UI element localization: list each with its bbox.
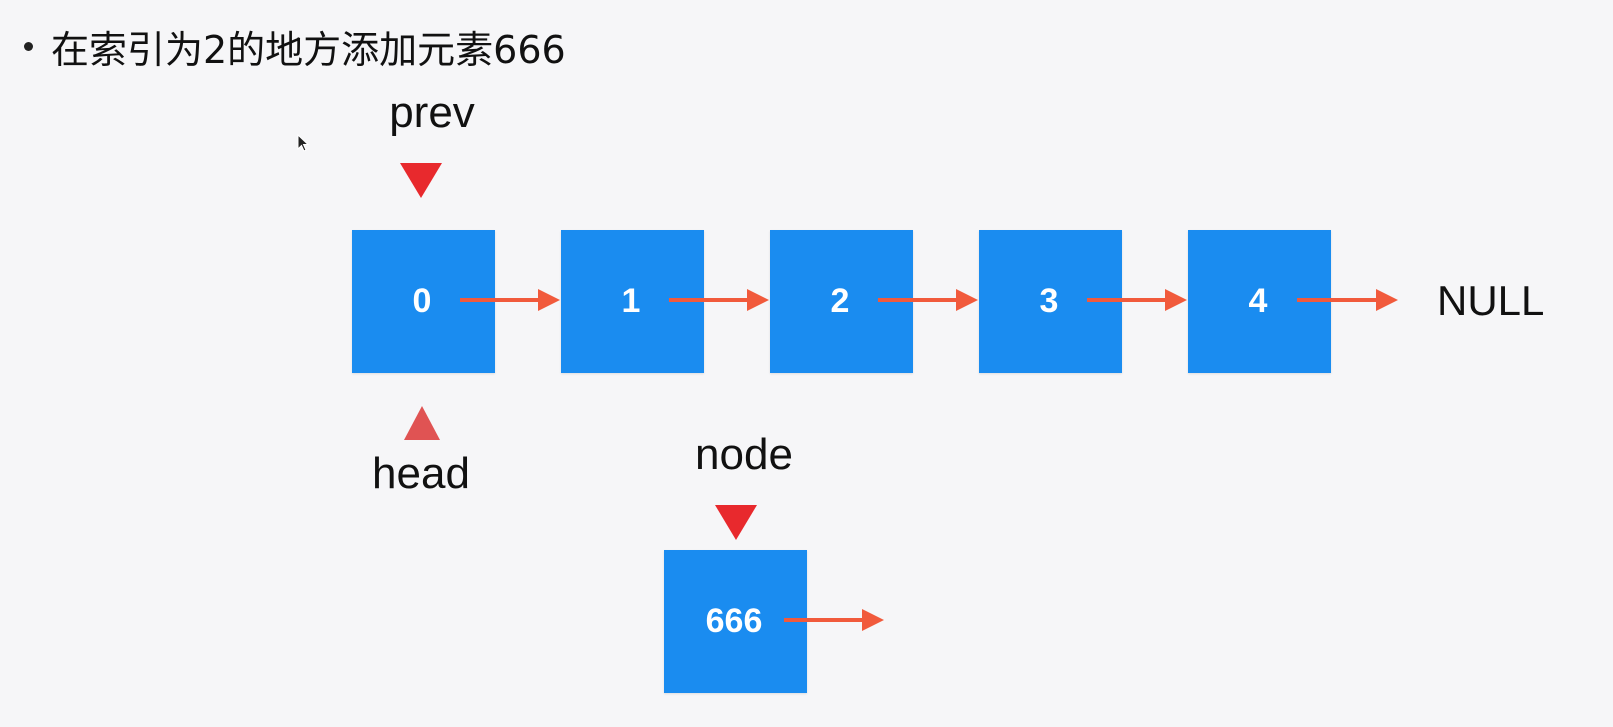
arrow-3-to-4 <box>1087 289 1187 311</box>
arrow-0-to-1 <box>460 289 560 311</box>
arrow-2-to-3 <box>878 289 978 311</box>
next-pointer-arrows <box>460 289 1398 631</box>
linked-list-diagram: 在索引为2的地方添加元素666 prev head node 0 1 2 3 4… <box>0 0 1613 727</box>
arrow-4-to-null <box>1297 289 1398 311</box>
arrow-1-to-2 <box>669 289 769 311</box>
arrow-new-node <box>784 609 884 631</box>
